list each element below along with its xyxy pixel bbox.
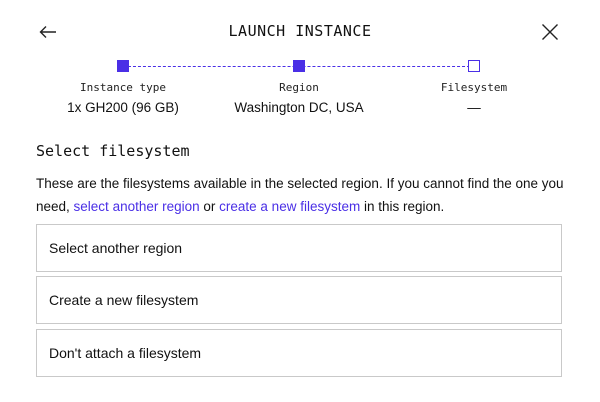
close-button[interactable] bbox=[536, 18, 564, 46]
step-label-instance-type: Instance type bbox=[79, 81, 167, 94]
step-value-region: Washington DC, USA bbox=[234, 100, 364, 115]
step-label-region: Region bbox=[279, 81, 319, 94]
option-label: Select another region bbox=[49, 240, 183, 256]
close-icon bbox=[542, 24, 558, 40]
modal-header: LAUNCH INSTANCE bbox=[0, 0, 600, 62]
step-value-instance-type: 1x GH200 (96 GB) bbox=[67, 100, 179, 115]
option-label: Create a new filesystem bbox=[49, 292, 199, 308]
desc-text-2: or bbox=[199, 199, 220, 214]
option-create-new-filesystem[interactable]: Create a new filesystem bbox=[36, 276, 562, 324]
step-node-filesystem bbox=[468, 60, 480, 72]
section-title: Select filesystem bbox=[36, 142, 190, 160]
step-label-filesystem: Filesystem bbox=[440, 81, 508, 94]
select-region-link[interactable]: select another region bbox=[74, 199, 200, 214]
step-node-instance-type bbox=[117, 60, 129, 72]
step-node-region bbox=[293, 60, 305, 72]
section-description: These are the filesystems available in t… bbox=[36, 172, 566, 218]
progress-stepper: Instance type 1x GH200 (96 GB) Region Wa… bbox=[0, 58, 600, 124]
page-title: LAUNCH INSTANCE bbox=[228, 22, 372, 40]
create-filesystem-link[interactable]: create a new filesystem bbox=[219, 199, 360, 214]
option-select-another-region[interactable]: Select another region bbox=[36, 224, 562, 272]
option-label: Don't attach a filesystem bbox=[49, 345, 202, 361]
step-value-filesystem: — bbox=[467, 100, 481, 115]
option-dont-attach-filesystem[interactable]: Don't attach a filesystem bbox=[36, 329, 562, 377]
desc-text-3: in this region. bbox=[360, 199, 445, 214]
